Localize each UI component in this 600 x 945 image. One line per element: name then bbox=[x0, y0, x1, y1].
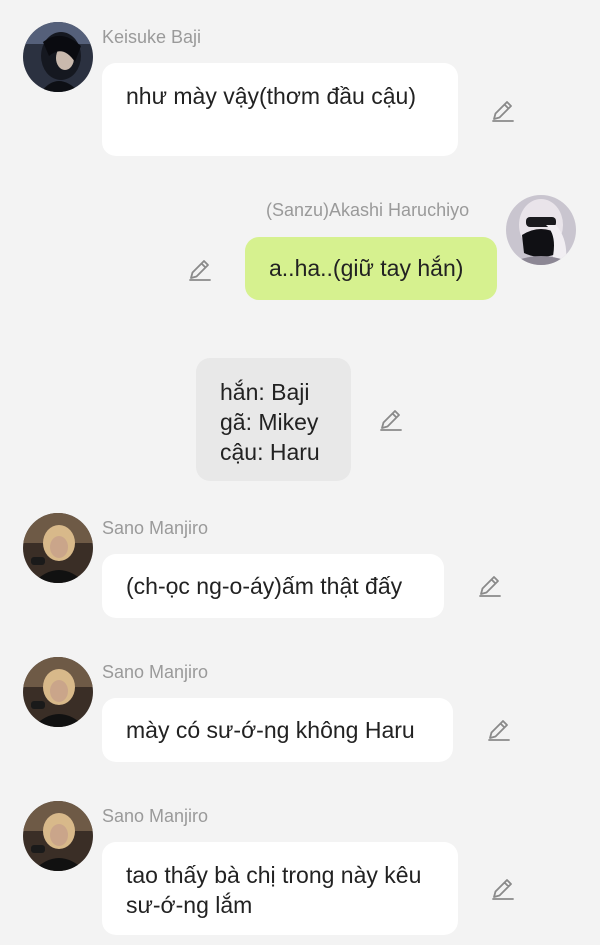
sender-name: (Sanzu)Akashi Haruchiyo bbox=[266, 200, 470, 220]
message-bubble[interactable]: tao thấy bà chị trong này kêu sư-ớ-ng lắ… bbox=[102, 842, 458, 935]
pencil-edit-icon[interactable] bbox=[187, 257, 213, 283]
pencil-edit-icon[interactable] bbox=[378, 407, 404, 433]
avatar-akashi-haruchiyo[interactable] bbox=[506, 195, 576, 265]
narration-line: cậu: Haru bbox=[220, 439, 320, 465]
narration-line: gã: Mikey bbox=[220, 409, 319, 435]
avatar-sano-manjiro[interactable] bbox=[23, 657, 93, 727]
message-bubble[interactable]: như mày vậy(thơm đầu cậu) bbox=[102, 63, 458, 156]
sender-name: Sano Manjiro bbox=[102, 662, 209, 682]
narration-line: hắn: Baji bbox=[220, 379, 310, 405]
sender-name: Sano Manjiro bbox=[102, 518, 209, 538]
sender-name: Sano Manjiro bbox=[102, 806, 209, 826]
message-bubble[interactable]: mày có sư-ớ-ng không Haru bbox=[102, 698, 453, 762]
avatar-sano-manjiro[interactable] bbox=[23, 801, 93, 871]
avatar-sano-manjiro[interactable] bbox=[23, 513, 93, 583]
pencil-edit-icon[interactable] bbox=[490, 98, 516, 124]
avatar-keisuke-baji[interactable] bbox=[23, 22, 93, 92]
sender-name: Keisuke Baji bbox=[102, 27, 202, 47]
pencil-edit-icon[interactable] bbox=[490, 876, 516, 902]
message-bubble[interactable]: (ch-ọc ng-o-áy)ấm thật đấy bbox=[102, 554, 444, 618]
message-bubble[interactable]: a..ha..(giữ tay hắn) bbox=[245, 237, 497, 300]
pencil-edit-icon[interactable] bbox=[477, 573, 503, 599]
pencil-edit-icon[interactable] bbox=[486, 717, 512, 743]
narration-bubble[interactable]: hắn: Baji gã: Mikey cậu: Haru bbox=[196, 358, 351, 481]
